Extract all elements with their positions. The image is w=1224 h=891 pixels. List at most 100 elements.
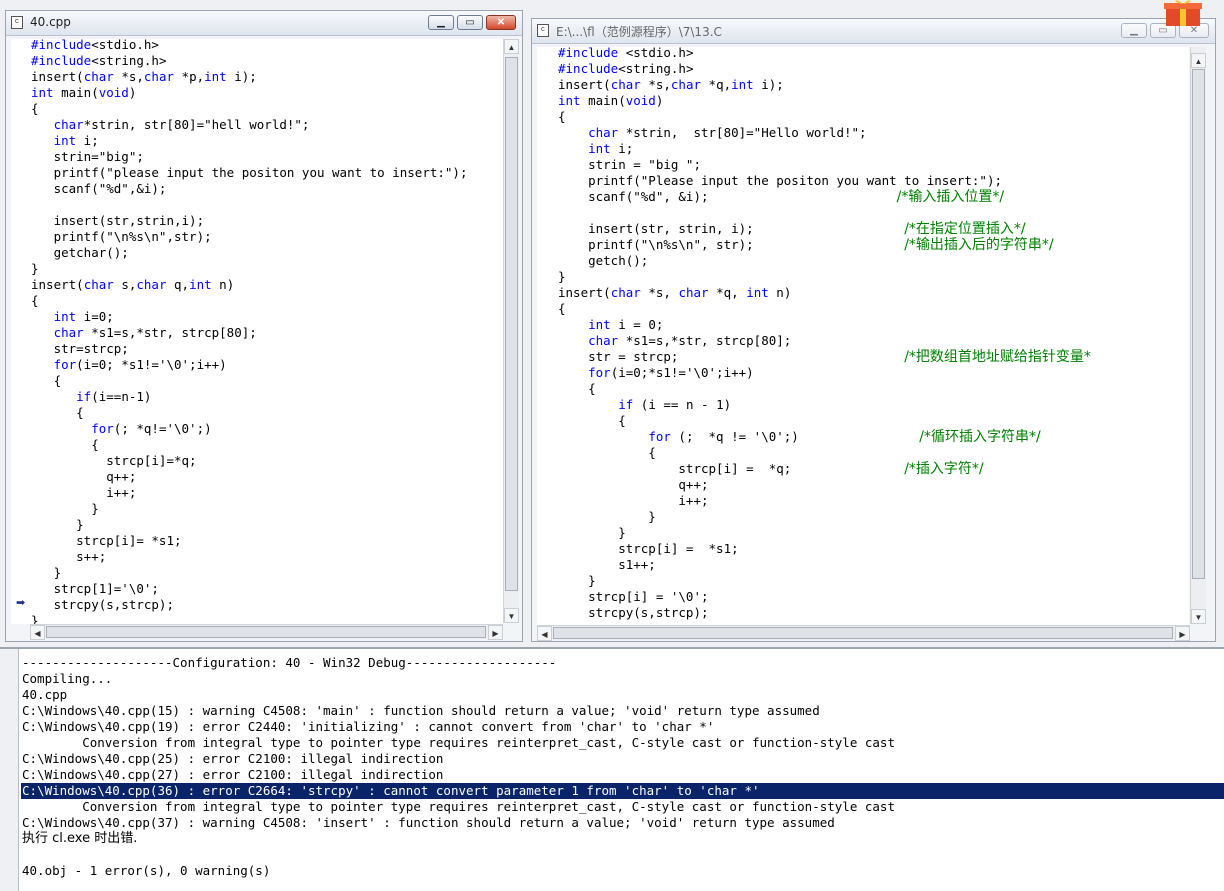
code-line[interactable]: { — [31, 293, 468, 309]
code-line[interactable]: { — [31, 101, 468, 117]
code-editor[interactable]: #include<stdio.h> #include<string.h> inser… — [11, 39, 505, 624]
code-line[interactable]: q++; — [558, 477, 1091, 493]
code-line[interactable]: printf("\n%s\n",str); — [31, 229, 468, 245]
output-line[interactable] — [21, 847, 1224, 863]
horizontal-scroll-thumb[interactable] — [553, 627, 1173, 639]
code-line[interactable]: insert(char *s,char *p,int i); — [31, 69, 468, 85]
code-line[interactable]: { — [558, 301, 1091, 317]
output-lines[interactable]: --------------------Configuration: 40 - … — [21, 655, 1224, 879]
output-line[interactable]: C:\Windows\40.cpp(15) : warning C4508: '… — [21, 703, 1224, 719]
editor-window-40cpp[interactable]: c 40.cpp ▁ ▭ ✕ #include<stdio.h> #include<s… — [5, 10, 523, 642]
code-line[interactable]: strcp[i] = '\0'; — [558, 589, 1091, 605]
code-line[interactable]: strcp[i] = *q; /*插入字符*/ — [558, 461, 1091, 477]
code-line[interactable]: printf("\n%s\n", str); /*输出插入后的字符串*/ — [558, 237, 1091, 253]
code-line[interactable]: #include<stdio.h> — [31, 39, 468, 53]
code-line[interactable]: getchar(); — [31, 245, 468, 261]
code-line[interactable]: #include <stdio.h> — [558, 47, 1091, 61]
build-output-pane[interactable]: --------------------Configuration: 40 - … — [0, 647, 1224, 891]
code-line[interactable]: scanf("%d",&i); — [31, 181, 468, 197]
code-line[interactable]: char *strin, str[80]="Hello world!"; — [558, 125, 1091, 141]
code-line[interactable]: } — [558, 525, 1091, 541]
code-line[interactable]: for(; *q!='\0';) — [31, 421, 468, 437]
code-line[interactable]: { — [31, 405, 468, 421]
vertical-scrollbar[interactable]: ▲ ▼ — [503, 39, 519, 623]
code-line[interactable]: for(i=0;*s1!='\0';i++) — [558, 365, 1091, 381]
code-line[interactable]: } — [31, 613, 468, 624]
output-line[interactable]: C:\Windows\40.cpp(27) : error C2100: ill… — [21, 767, 1224, 783]
output-line[interactable]: C:\Windows\40.cpp(37) : warning C4508: '… — [21, 815, 1224, 831]
code-line[interactable]: strcpy(s,strcp); — [558, 605, 1091, 621]
code-line[interactable]: } — [31, 501, 468, 517]
code-line[interactable]: strcp[i]= *s1; — [31, 533, 468, 549]
code-line[interactable]: getch(); — [558, 253, 1091, 269]
code-line[interactable]: q++; — [31, 469, 468, 485]
code-line[interactable]: insert(str,strin,i); — [31, 213, 468, 229]
code-line[interactable]: int i=0; — [31, 309, 468, 325]
code-line[interactable]: int i; — [31, 133, 468, 149]
output-line[interactable]: --------------------Configuration: 40 - … — [21, 655, 1224, 671]
code-line[interactable] — [558, 205, 1091, 221]
scroll-down-arrow[interactable]: ▼ — [1191, 609, 1206, 624]
code-line[interactable]: insert(char *s, char *q, int n) — [558, 285, 1091, 301]
title-bar[interactable]: c 40.cpp ▁ ▭ ✕ — [6, 11, 522, 36]
output-line[interactable]: Conversion from integral type to pointer… — [21, 799, 1224, 815]
code-line[interactable]: strcp[1]='\0'; — [31, 581, 468, 597]
output-line[interactable]: 执行 cl.exe 时出错. — [21, 831, 1224, 847]
code-line[interactable]: } — [558, 509, 1091, 525]
code-line[interactable]: s++; — [31, 549, 468, 565]
code-line[interactable]: insert(str, strin, i); /*在指定位置插入*/ — [558, 221, 1091, 237]
code-line[interactable]: strcp[i] = *s1; — [558, 541, 1091, 557]
code-line[interactable]: { — [558, 109, 1091, 125]
scroll-thumb[interactable] — [1192, 69, 1205, 579]
code-line[interactable]: int i = 0; — [558, 317, 1091, 333]
code-line[interactable]: scanf("%d", &i); /*输入插入位置*/ — [558, 189, 1091, 205]
code-line[interactable]: strcp[i]=*q; — [31, 453, 468, 469]
code-line[interactable]: { — [558, 413, 1091, 429]
horizontal-scroll-thumb[interactable] — [46, 626, 486, 638]
code-line[interactable]: insert(char *s,char *q,int i); — [558, 77, 1091, 93]
scroll-left-arrow[interactable]: ◀ — [537, 626, 552, 641]
code-line[interactable]: i++; — [558, 493, 1091, 509]
scroll-left-arrow[interactable]: ◀ — [30, 625, 45, 640]
code-line[interactable]: str=strcp; — [31, 341, 468, 357]
code-line[interactable]: i++; — [31, 485, 468, 501]
scroll-down-arrow[interactable]: ▼ — [504, 608, 519, 623]
horizontal-scrollbar[interactable]: ◀ ▶ — [30, 624, 503, 640]
code-line[interactable]: { — [558, 445, 1091, 461]
code-line[interactable]: int main(void) — [558, 93, 1091, 109]
scroll-right-arrow[interactable]: ▶ — [488, 625, 503, 640]
code-line[interactable]: for(i=0; *s1!='\0';i++) — [31, 357, 468, 373]
output-line[interactable]: C:\Windows\40.cpp(25) : error C2100: ill… — [21, 751, 1224, 767]
output-line[interactable]: 40.obj - 1 error(s), 0 warning(s) — [21, 863, 1224, 879]
code-line[interactable]: } — [31, 517, 468, 533]
output-line[interactable]: 40.cpp — [21, 687, 1224, 703]
code-line[interactable]: } — [558, 573, 1091, 589]
code-line[interactable]: int i; — [558, 141, 1091, 157]
horizontal-scrollbar[interactable]: ◀ ▶ — [537, 625, 1190, 641]
code-line[interactable]: char *s1=s,*str, strcp[80]; — [558, 333, 1091, 349]
minimize-button[interactable]: ▁ — [1121, 23, 1147, 38]
code-line[interactable]: for (; *q != '\0';) /*循环插入字符串*/ — [558, 429, 1091, 445]
output-line[interactable]: C:\Windows\40.cpp(36) : error C2664: 'st… — [21, 783, 1224, 799]
code-line[interactable]: char*strin, str[80]="hell world!"; — [31, 117, 468, 133]
editor-window-13c[interactable]: c E:\...\fl（范例源程序）\7\13.C ▁ ▭ ✕ #include <… — [531, 18, 1216, 642]
vertical-scrollbar[interactable]: ▲ ▼ — [1190, 47, 1206, 624]
title-bar[interactable]: c E:\...\fl（范例源程序）\7\13.C ▁ ▭ ✕ — [532, 19, 1215, 44]
scroll-thumb[interactable] — [505, 57, 518, 591]
code-line[interactable]: #include<string.h> — [31, 53, 468, 69]
code-line[interactable]: if(i==n-1) — [31, 389, 468, 405]
code-line[interactable]: { — [31, 373, 468, 389]
minimize-button[interactable]: ▁ — [428, 15, 454, 30]
code-line[interactable]: str = strcp; /*把数组首地址赋给指针变量* — [558, 349, 1091, 365]
code-line[interactable]: s1++; — [558, 557, 1091, 573]
code-line[interactable]: insert(char s,char q,int n) — [31, 277, 468, 293]
code-line[interactable] — [31, 197, 468, 213]
code-line[interactable]: { — [558, 381, 1091, 397]
output-line[interactable]: Conversion from integral type to pointer… — [21, 735, 1224, 751]
close-button[interactable]: ✕ — [486, 15, 516, 30]
output-line[interactable]: Compiling... — [21, 671, 1224, 687]
code-line[interactable]: } — [558, 269, 1091, 285]
scroll-up-arrow[interactable]: ▲ — [1191, 53, 1206, 68]
code-line[interactable]: strcpy(s,strcp); — [31, 597, 468, 613]
code-line[interactable]: { — [31, 437, 468, 453]
